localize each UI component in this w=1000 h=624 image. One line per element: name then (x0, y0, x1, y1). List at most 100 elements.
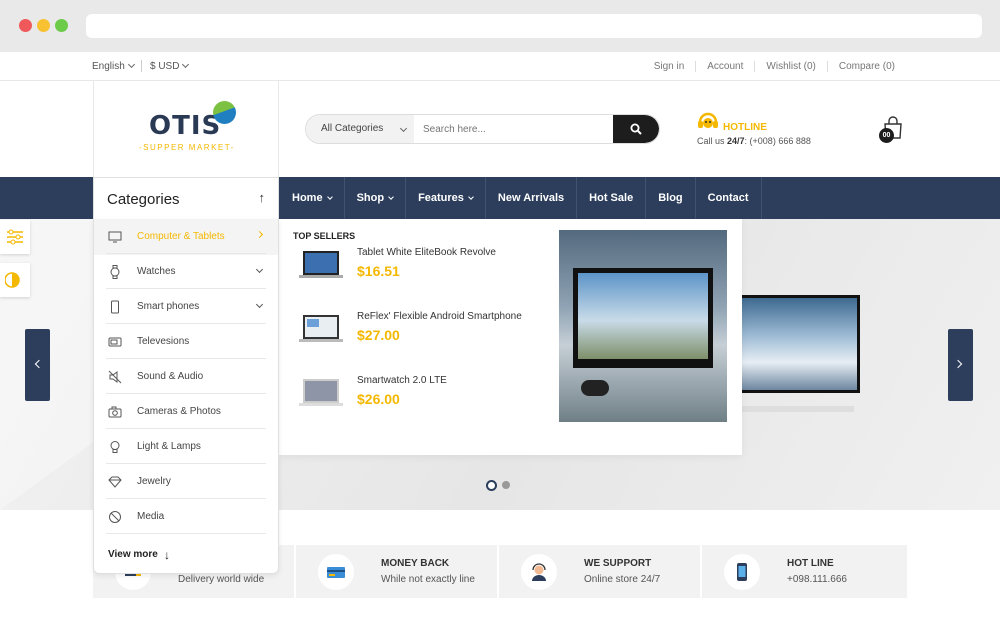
theme-tool-button[interactable] (0, 263, 30, 297)
chevron-down-icon (388, 194, 394, 200)
wishlist-link[interactable]: Wishlist (0) (754, 61, 826, 72)
settings-tool-button[interactable] (0, 220, 30, 254)
logo-tagline: -SUPPER MARKET- (139, 143, 235, 152)
categories-toggle[interactable]: Categories ↑ (93, 177, 279, 220)
product-item[interactable]: Tablet White EliteBook Revolve $16.51 (297, 247, 557, 297)
search-icon (630, 123, 642, 135)
product-name[interactable]: Smartwatch 2.0 LTE (357, 375, 447, 386)
laptop-thumbnail (299, 315, 343, 342)
sliders-icon (7, 229, 23, 245)
nav-item-contact[interactable]: Contact (696, 177, 762, 219)
category-list: Computer & Tablets Watches Smart phones … (93, 219, 279, 574)
nav-label: New Arrivals (497, 192, 565, 204)
feature-title: WE SUPPORT (584, 558, 652, 569)
chevron-down-icon (255, 265, 264, 274)
category-item-smart-phones[interactable]: Smart phones (106, 289, 266, 324)
tv-icon (108, 337, 122, 347)
chevron-down-icon (255, 300, 264, 309)
chevron-right-icon (953, 359, 963, 369)
product-price: $16.51 (357, 263, 400, 279)
language-select[interactable]: English (92, 60, 135, 72)
feature-hotline: HOT LINE +098.111.666 (702, 545, 905, 598)
feature-subtitle: +098.111.666 (787, 574, 847, 585)
support-icon (532, 563, 546, 581)
category-label: Jewelry (137, 476, 171, 487)
category-label: Light & Lamps (137, 441, 201, 452)
category-item-cameras-photos[interactable]: Cameras & Photos (106, 394, 266, 429)
mobile-icon (737, 563, 747, 581)
logo[interactable]: OTIS -SUPPER MARKET- (93, 81, 279, 177)
minimize-window-button[interactable] (37, 19, 50, 32)
monitor-icon (108, 231, 122, 243)
hotline-number: : (+008) 666 888 (744, 136, 811, 146)
category-item-televesions[interactable]: Televesions (106, 324, 266, 359)
nav-item-new-arrivals[interactable]: New Arrivals (486, 177, 578, 219)
top-bar: English $ USD Sign in Account Wishlist (… (0, 52, 1000, 81)
nav-label: Shop (356, 192, 385, 204)
product-name[interactable]: ReFlex' Flexible Android Smartphone (357, 311, 522, 322)
gamepad-image (581, 380, 609, 396)
monitor-image (573, 268, 713, 368)
address-bar[interactable] (86, 14, 982, 38)
arrow-down-icon: ↓ (164, 548, 170, 562)
nav-item-shop[interactable]: Shop (345, 177, 407, 219)
chevron-down-icon (182, 60, 190, 69)
search-category-select[interactable]: All Categories (306, 115, 414, 143)
maximize-window-button[interactable] (55, 19, 68, 32)
compare-link[interactable]: Compare (0) (826, 61, 906, 72)
account-links: Sign in Account Wishlist (0) Compare (0) (643, 61, 906, 72)
search-category-label: All Categories (321, 123, 384, 134)
nav-label: Contact (707, 192, 749, 204)
nav-item-home[interactable]: Home (280, 177, 345, 219)
currency-label: $ USD (150, 61, 180, 72)
view-more-label: View more (108, 549, 158, 560)
hotline-prefix: Call us (697, 136, 728, 146)
close-window-button[interactable] (19, 19, 32, 32)
view-more-link[interactable]: View more ↓ (108, 548, 170, 562)
browser-chrome (0, 0, 1000, 52)
nav-item-blog[interactable]: Blog (646, 177, 696, 219)
category-item-media[interactable]: Media (106, 499, 266, 534)
product-price: $27.00 (357, 327, 400, 343)
globe-icon (213, 101, 236, 124)
chevron-down-icon (127, 60, 135, 69)
product-item[interactable]: ReFlex' Flexible Android Smartphone $27.… (297, 311, 557, 361)
currency-select[interactable]: $ USD (150, 60, 190, 72)
signin-link[interactable]: Sign in (643, 61, 696, 72)
product-item[interactable]: Smartwatch 2.0 LTE $26.00 (297, 375, 557, 425)
category-item-watches[interactable]: Watches (106, 254, 266, 289)
slider-prev-button[interactable] (25, 329, 50, 401)
feature-title: MONEY BACK (381, 558, 450, 569)
hotline-title: HOTLINE (723, 122, 767, 133)
search-button[interactable] (613, 115, 659, 143)
card-icon (327, 567, 345, 578)
headset-icon (698, 112, 718, 128)
slider-dots (486, 480, 515, 491)
search-input[interactable] (414, 115, 614, 143)
feature-icon-wrap (318, 554, 354, 590)
category-item-jewelry[interactable]: Jewelry (106, 464, 266, 499)
nav-item-features[interactable]: Features (406, 177, 486, 219)
slider-dot[interactable] (502, 481, 510, 489)
product-price: $26.00 (357, 391, 400, 407)
feature-title: HOT LINE (787, 558, 834, 569)
category-item-computer-tablets[interactable]: Computer & Tablets (106, 219, 266, 254)
chevron-down-icon (468, 194, 474, 200)
media-icon (109, 511, 121, 523)
top-sellers-heading: TOP SELLERS (293, 231, 356, 241)
nav-item-hot-sale[interactable]: Hot Sale (577, 177, 647, 219)
watch-icon (110, 265, 120, 279)
chevron-down-icon (326, 194, 333, 200)
promo-image[interactable] (559, 230, 727, 422)
camera-icon (108, 406, 122, 418)
feature-support: WE SUPPORT Online store 24/7 (499, 545, 702, 598)
slider-next-button[interactable] (948, 329, 973, 401)
category-item-sound-audio[interactable]: Sound & Audio (106, 359, 266, 394)
feature-subtitle: Online store 24/7 (584, 574, 661, 585)
category-item-light-lamps[interactable]: Light & Lamps (106, 429, 266, 464)
account-link[interactable]: Account (695, 61, 754, 72)
nav-label: Hot Sale (589, 192, 634, 204)
slider-dot[interactable] (486, 480, 497, 491)
contrast-icon (5, 272, 20, 288)
product-name[interactable]: Tablet White EliteBook Revolve (357, 247, 496, 258)
